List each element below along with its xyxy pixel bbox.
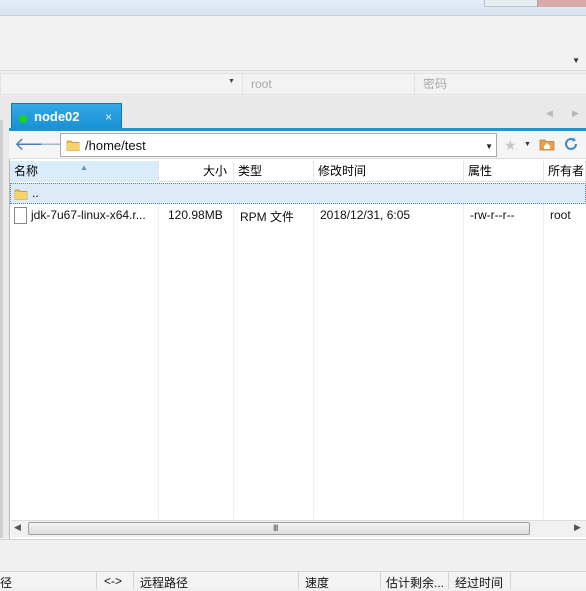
file-list-header: 名称 ▲ 大小 类型 修改时间 属性 所有者 xyxy=(10,161,586,182)
transfer-col-speed[interactable]: 速度 xyxy=(305,574,329,591)
scroll-right-icon[interactable]: ▶ xyxy=(574,522,581,533)
file-type: RPM 文件 xyxy=(240,210,295,224)
username-field[interactable]: root xyxy=(242,73,424,95)
refresh-icon[interactable] xyxy=(563,136,579,152)
file-name: jdk-7u67-linux-x64.r... xyxy=(31,208,146,222)
column-header-type[interactable]: 类型 xyxy=(234,161,314,182)
tab-close-icon[interactable]: × xyxy=(105,110,112,124)
column-separator xyxy=(96,572,97,589)
tab-scroll-right-icon[interactable]: ▶ xyxy=(572,108,579,119)
toolbar-overflow-icon[interactable]: ▼ xyxy=(572,56,580,65)
column-separator xyxy=(158,183,159,519)
column-separator xyxy=(510,572,511,589)
connection-status-icon xyxy=(19,115,27,123)
column-separator xyxy=(463,183,464,519)
column-name-label: 名称 xyxy=(14,164,39,178)
file-owner: root xyxy=(550,208,571,222)
column-header-modified[interactable]: 修改时间 xyxy=(314,161,464,182)
transfer-col-elapsed[interactable]: 经过时间 xyxy=(455,574,503,591)
status-strip xyxy=(0,539,586,571)
favorites-dropdown-icon[interactable]: ▼ xyxy=(524,141,531,148)
path-dropdown-icon[interactable]: ▼ xyxy=(485,142,493,151)
transfer-list-header: 径 <-> 远程路径 速度 估计剩余... 经过时间 xyxy=(0,571,586,591)
scrollbar-thumb[interactable]: III xyxy=(28,522,530,535)
close-window-button[interactable] xyxy=(537,0,586,7)
password-field[interactable]: 密码 xyxy=(414,73,586,95)
column-separator xyxy=(380,572,381,589)
star-icon[interactable]: ★ xyxy=(504,137,517,154)
column-header-size[interactable]: 大小 xyxy=(159,161,234,182)
file-attributes: -rw-r--r-- xyxy=(470,208,515,222)
folder-icon xyxy=(66,140,80,151)
file-size: 120.98MB xyxy=(168,208,223,222)
host-field[interactable] xyxy=(0,73,250,95)
column-separator xyxy=(233,183,234,519)
tab-label: node02 xyxy=(34,109,80,124)
transfer-col-path[interactable]: 径 xyxy=(0,574,12,591)
tab-scroll-left-icon[interactable]: ◀ xyxy=(546,108,553,119)
path-text: /home/test xyxy=(85,138,146,153)
transfer-col-direction[interactable]: <-> xyxy=(104,574,122,588)
table-row[interactable]: .. xyxy=(10,183,586,204)
table-row[interactable]: jdk-7u67-linux-x64.r... 120.98MB RPM 文件 … xyxy=(10,205,586,226)
column-separator xyxy=(448,572,449,589)
toolbar-area: ▼ xyxy=(0,16,586,70)
transfer-col-remote-path[interactable]: 远程路径 xyxy=(140,574,188,591)
file-name: .. xyxy=(32,186,39,200)
column-separator xyxy=(313,183,314,519)
file-icon xyxy=(14,207,27,224)
connection-bar: ▼ root 密码 xyxy=(0,70,586,96)
path-input[interactable]: /home/test ▼ xyxy=(60,133,497,157)
column-header-name[interactable]: 名称 ▲ xyxy=(10,161,159,182)
tab-node02[interactable]: node02 × xyxy=(11,103,122,130)
column-separator xyxy=(298,572,299,589)
scroll-left-icon[interactable]: ◀ xyxy=(14,522,21,533)
column-separator xyxy=(543,183,544,519)
transfer-col-eta[interactable]: 估计剩余... xyxy=(386,574,444,591)
left-splitter[interactable] xyxy=(0,120,3,538)
scrollbar-grip: III xyxy=(273,523,278,533)
column-header-owner[interactable]: 所有者 xyxy=(544,161,586,182)
column-header-attributes[interactable]: 属性 xyxy=(464,161,544,182)
host-dropdown-icon[interactable]: ▼ xyxy=(228,78,235,85)
file-modified: 2018/12/31, 6:05 xyxy=(320,208,411,222)
sort-ascending-icon: ▲ xyxy=(80,163,88,172)
window-titlebar xyxy=(0,0,586,16)
home-folder-icon[interactable] xyxy=(539,137,555,151)
column-separator xyxy=(133,572,134,589)
folder-icon xyxy=(14,189,28,200)
